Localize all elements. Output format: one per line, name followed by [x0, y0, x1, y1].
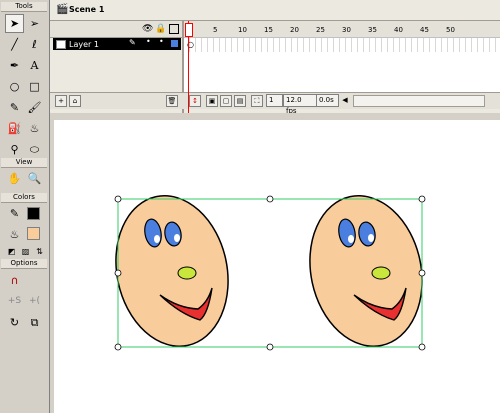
scene-bar: 🎬 Scene 1 — [50, 0, 500, 21]
scroll-left-icon[interactable]: ◀ — [340, 95, 350, 105]
timeline-panel: 👁 🔒 Layer 1 ✎ • • ○ 5 10 15 20 25 30 35 … — [50, 21, 500, 115]
frame-number: 40 — [394, 26, 403, 34]
tools-title: Tools — [1, 2, 47, 12]
handle — [114, 343, 122, 351]
frame-rate: 12.0 fps — [283, 94, 317, 115]
ink-bottle-tool-icon[interactable]: ⛽ — [5, 119, 24, 138]
layer-name[interactable]: Layer 1 — [69, 40, 99, 49]
frame-number: 20 — [290, 26, 299, 34]
handle — [114, 195, 122, 203]
stroke-pencil-icon: ✎ — [9, 207, 20, 220]
timeline-header: 👁 🔒 — [50, 21, 500, 38]
frame-number: 50 — [446, 26, 455, 34]
zoom-tool-icon[interactable]: 🔍 — [25, 169, 44, 188]
face-oval — [309, 195, 423, 347]
stage-canvas[interactable] — [54, 120, 500, 413]
eye-pupil — [174, 234, 180, 242]
handle — [114, 269, 122, 277]
scale-icon[interactable]: ⧉ — [25, 313, 44, 332]
faces-artwork[interactable] — [54, 120, 500, 413]
oval-tool-icon[interactable]: ○ — [5, 77, 24, 96]
scene-icon: 🎬 — [56, 4, 69, 15]
handle — [418, 343, 426, 351]
edit-multiple-frames-icon[interactable]: ▤ — [234, 95, 246, 107]
straighten-icon[interactable]: +( — [25, 292, 44, 311]
current-frame: 1 — [266, 94, 283, 107]
colors-title: Colors — [1, 193, 47, 203]
subselect-tool-icon[interactable]: ➢ — [25, 14, 44, 33]
face-right[interactable] — [296, 185, 435, 357]
face-oval — [115, 195, 229, 347]
face-left[interactable] — [102, 185, 241, 357]
elapsed-time: 0.0s — [316, 94, 339, 107]
text-tool-icon[interactable]: A — [25, 56, 44, 75]
eye-pupil — [368, 234, 374, 242]
magnet-snap-icon[interactable]: ∩ — [5, 271, 24, 290]
timeline-scrollbar[interactable] — [353, 95, 485, 107]
eye-pupil — [348, 235, 354, 243]
stroke-color-swatch[interactable] — [27, 207, 40, 220]
frame-number: 35 — [368, 26, 377, 34]
add-guide-layer-icon[interactable]: ⌂ — [69, 95, 81, 107]
line-tool-icon[interactable]: ╱ — [5, 35, 24, 54]
layer-outline-color[interactable] — [171, 40, 178, 47]
insert-layer-icon[interactable]: + — [55, 95, 67, 107]
frame-number: 30 — [342, 26, 351, 34]
layer-visible-dot[interactable]: • — [146, 37, 151, 46]
pen-tool-icon[interactable]: ✒ — [5, 56, 24, 75]
layer-lock-dot[interactable]: • — [159, 37, 164, 46]
rotate-icon[interactable]: ↻ — [5, 313, 24, 332]
handle — [418, 195, 426, 203]
pencil-edit-icon: ✎ — [129, 38, 136, 47]
eye-icon[interactable]: 👁 — [142, 24, 153, 34]
frame-number: 10 — [238, 26, 247, 34]
tools-panel: Tools ➤ ➢ ╱ ℓ ✒ A ○ □ ✎ 🖌 ⛽ ♨ ⚲ ⬭ View ✋… — [0, 0, 50, 413]
frame-number: 45 — [420, 26, 429, 34]
nose — [371, 266, 391, 280]
arrow-tool-icon[interactable]: ➤ — [5, 14, 24, 33]
scene-label: Scene 1 — [69, 5, 105, 14]
options-title: Options — [1, 259, 47, 269]
frame-number: 5 — [213, 26, 218, 34]
modify-onion-markers-icon[interactable]: ⛶ — [251, 95, 263, 107]
brush-tool-icon[interactable]: 🖌 — [25, 98, 44, 117]
hand-tool-icon[interactable]: ✋ — [5, 169, 24, 188]
eyedropper-tool-icon[interactable]: ⚲ — [5, 140, 24, 159]
onion-skin-icon[interactable]: ▣ — [206, 95, 218, 107]
lasso-tool-icon[interactable]: ℓ — [25, 35, 44, 54]
nose — [177, 266, 197, 280]
view-title: View — [1, 158, 47, 168]
rectangle-tool-icon[interactable]: □ — [25, 77, 44, 96]
paint-bucket-tool-icon[interactable]: ♨ — [25, 119, 44, 138]
handle — [418, 269, 426, 277]
eraser-tool-icon[interactable]: ⬭ — [25, 140, 44, 159]
pencil-tool-icon[interactable]: ✎ — [5, 98, 24, 117]
layer-icon — [56, 40, 66, 49]
handle — [266, 195, 274, 203]
outline-icon[interactable] — [169, 24, 179, 34]
handle — [266, 343, 274, 351]
fill-color-swatch[interactable] — [27, 227, 40, 240]
center-frame-icon[interactable]: ↕ — [189, 95, 201, 107]
frame-number: 15 — [264, 26, 273, 34]
delete-layer-icon[interactable]: 🗑 — [166, 95, 178, 107]
lock-icon[interactable]: 🔒 — [155, 24, 166, 34]
playhead[interactable] — [185, 23, 193, 37]
onion-outline-icon[interactable]: ▢ — [220, 95, 232, 107]
timeline-footer: + ⌂ 🗑 ↕ ▣ ▢ ▤ ⛶ 1 12.0 fps 0.0s ◀ — [50, 92, 500, 115]
smooth-icon[interactable]: +S — [5, 292, 24, 311]
frame-number: 25 — [316, 26, 325, 34]
eye-pupil — [154, 235, 160, 243]
frames-row[interactable] — [184, 37, 500, 53]
